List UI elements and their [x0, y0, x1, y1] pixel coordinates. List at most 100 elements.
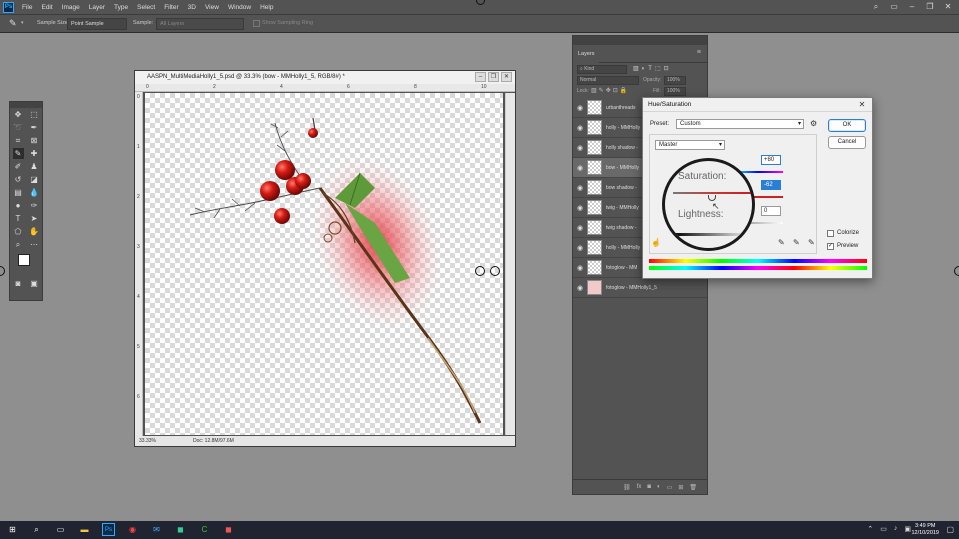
menu-3d[interactable]: 3D [188, 4, 196, 11]
visibility-eye-icon[interactable]: ◉ [573, 284, 587, 292]
menu-layer[interactable]: Layer [89, 4, 105, 11]
layer-style-icon[interactable]: fx [637, 484, 642, 490]
close-icon[interactable]: ✕ [943, 2, 953, 12]
transform-handle[interactable] [475, 266, 485, 276]
frame-tool-icon[interactable]: ⊠ [29, 135, 40, 146]
tray-chevron-icon[interactable]: ⌃ [867, 525, 873, 533]
kind-filter-select[interactable]: ⌕ Kind [577, 65, 627, 74]
foreground-color-swatch[interactable] [18, 254, 30, 266]
channel-select[interactable]: Master ▾ [655, 140, 725, 150]
chrome-icon[interactable]: ◉ [126, 523, 139, 536]
fill-field[interactable]: 100% [664, 87, 686, 96]
hue-field[interactable]: +80 [761, 155, 781, 165]
menu-window[interactable]: Window [228, 4, 251, 11]
gradient-tool-icon[interactable]: ▤ [13, 187, 24, 198]
colorize-checkbox[interactable] [827, 230, 834, 237]
lightness-field[interactable]: 0 [761, 206, 781, 216]
quick-mask-icon[interactable]: ◙ [13, 278, 24, 289]
menu-help[interactable]: Help [260, 4, 273, 11]
opacity-field[interactable]: 100% [664, 76, 686, 85]
new-layer-icon[interactable]: ⊞ [678, 484, 683, 491]
ruler-vertical[interactable]: 0 1 2 3 4 5 6 [135, 92, 143, 437]
mail-icon[interactable]: ✉ [150, 523, 163, 536]
preset-select[interactable]: Custom ▾ [676, 119, 804, 129]
workspace-icon[interactable]: ▭ [889, 2, 899, 12]
type-tool-icon[interactable]: T [13, 213, 24, 224]
doc-restore-icon[interactable]: ❐ [488, 72, 499, 82]
lasso-tool-icon[interactable]: ➰ [13, 122, 24, 133]
visibility-eye-icon[interactable]: ◉ [573, 204, 587, 212]
restore-icon[interactable]: ❐ [925, 2, 935, 12]
blend-mode-select[interactable]: Normal [577, 76, 639, 85]
cancel-button[interactable]: Cancel [828, 136, 866, 149]
doc-close-icon[interactable]: ✕ [501, 72, 512, 82]
zoom-tool-icon[interactable]: ⌕ [13, 239, 24, 250]
dialog-close-icon[interactable]: ✕ [856, 99, 868, 111]
history-brush-tool-icon[interactable]: ↺ [13, 174, 24, 185]
hand-tool-icon[interactable]: ✋ [29, 226, 40, 237]
vertical-scrollbar[interactable] [505, 93, 515, 435]
tool-preset-chevron-icon[interactable]: ▾ [21, 20, 24, 26]
visibility-eye-icon[interactable]: ◉ [573, 104, 587, 112]
search-icon[interactable]: ⌕ [30, 523, 43, 536]
search-icon[interactable]: ⌕ [871, 2, 881, 12]
move-tool-icon[interactable]: ✥ [13, 109, 24, 120]
panel-menu-icon[interactable]: ≡ [697, 49, 701, 56]
photoshop-taskbar-icon[interactable]: Ps [102, 523, 115, 536]
visibility-eye-icon[interactable]: ◉ [573, 144, 587, 152]
visibility-eye-icon[interactable]: ◉ [573, 124, 587, 132]
marquee-tool-icon[interactable]: ⬚ [29, 109, 40, 120]
menu-file[interactable]: File [22, 4, 32, 11]
targeted-adjustment-hand-icon[interactable]: ☝ [651, 238, 661, 247]
layer-row[interactable]: ◉ fotoglow - MMHolly1_5 [573, 278, 707, 298]
menu-filter[interactable]: Filter [164, 4, 178, 11]
healing-brush-tool-icon[interactable]: ✚ [29, 148, 40, 159]
dodge-tool-icon[interactable]: ● [13, 200, 24, 211]
ok-button[interactable]: OK [828, 119, 866, 132]
link-layers-icon[interactable]: ⛓ [623, 484, 631, 491]
recorder-icon[interactable]: ◼ [222, 523, 235, 536]
layers-panel-header[interactable] [573, 36, 707, 45]
eyedropper-plus-icon[interactable]: ✎ [793, 238, 800, 247]
preset-options-gear-icon[interactable]: ⚙ [810, 119, 817, 128]
eyedropper-tool-icon[interactable]: ✎ [9, 18, 17, 29]
display-icon[interactable]: ▣ [904, 525, 911, 533]
shape-tool-icon[interactable]: ⬠ [13, 226, 24, 237]
transform-handle[interactable] [954, 266, 959, 276]
dialog-title[interactable]: Hue/Saturation [643, 98, 872, 112]
minimize-icon[interactable]: – [907, 2, 917, 12]
menu-edit[interactable]: Edit [41, 4, 52, 11]
menu-type[interactable]: Type [114, 4, 128, 11]
visibility-eye-icon[interactable]: ◉ [573, 164, 587, 172]
stamp-tool-icon[interactable]: ♟ [29, 161, 40, 172]
network-icon[interactable]: ▭ [880, 525, 887, 533]
taskbar-clock[interactable]: 3:49 PM 12/10/2019 [911, 523, 939, 537]
add-mask-icon[interactable]: ◙ [647, 484, 651, 490]
eyedropper-minus-icon[interactable]: ✎ [808, 238, 815, 247]
sample-select[interactable]: All Layers [156, 18, 244, 30]
blur-tool-icon[interactable]: 💧 [29, 187, 40, 198]
show-sampling-ring-checkbox[interactable] [253, 20, 260, 27]
saturation-field[interactable]: -62 [761, 180, 781, 190]
notification-icon[interactable]: ▢ [946, 525, 954, 534]
preview-checkbox[interactable]: ✓ [827, 243, 834, 250]
delete-layer-icon[interactable]: 🗑 [689, 484, 697, 491]
pen-tool-icon[interactable]: ✑ [29, 200, 40, 211]
visibility-eye-icon[interactable]: ◉ [573, 224, 587, 232]
visibility-eye-icon[interactable]: ◉ [573, 184, 587, 192]
volume-icon[interactable]: ♪ [894, 525, 898, 533]
transform-handle[interactable] [490, 266, 500, 276]
doc-minimize-icon[interactable]: – [475, 72, 486, 82]
menu-select[interactable]: Select [137, 4, 155, 11]
tab-layers[interactable]: Layers [573, 45, 599, 63]
visibility-eye-icon[interactable]: ◉ [573, 264, 587, 272]
menu-image[interactable]: Image [62, 4, 80, 11]
outlook-icon[interactable]: ◼ [174, 523, 187, 536]
brush-tool-icon[interactable]: ✐ [13, 161, 24, 172]
zoom-level[interactable]: 33.33% [139, 436, 156, 446]
visibility-eye-icon[interactable]: ◉ [573, 244, 587, 252]
task-view-icon[interactable]: ▭ [54, 523, 67, 536]
path-select-tool-icon[interactable]: ➤ [29, 213, 40, 224]
file-explorer-icon[interactable]: ▬ [78, 523, 91, 536]
transform-handle[interactable] [0, 266, 5, 276]
